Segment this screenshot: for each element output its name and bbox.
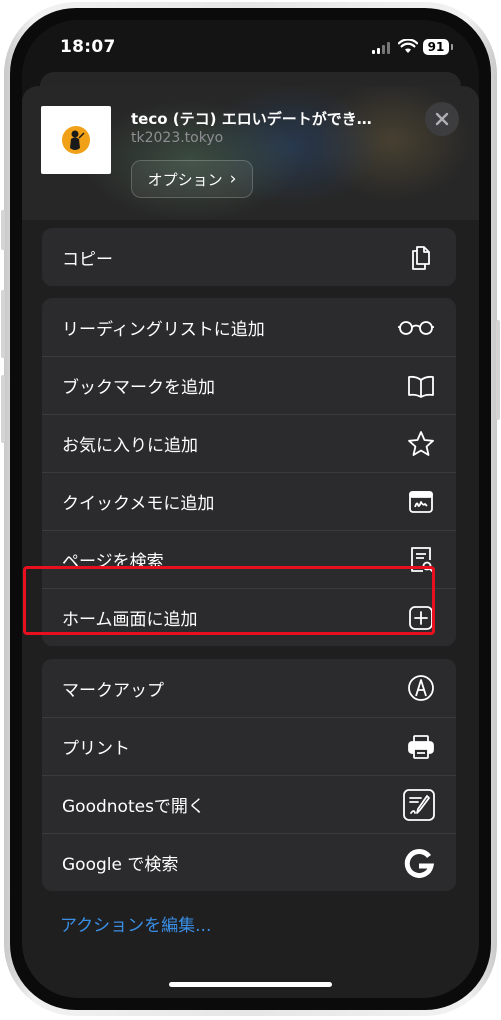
close-icon [435, 112, 449, 126]
wifi-icon [398, 39, 418, 53]
copy-icon [406, 242, 436, 272]
action-add-reading-list[interactable]: リーディングリストに追加 [42, 298, 456, 356]
action-label: Goodnotesで開く [62, 797, 205, 817]
cellular-signal-icon [372, 42, 390, 54]
volume-down-button [1, 375, 5, 443]
action-label: リーディングリストに追加 [62, 319, 265, 340]
home-indicator[interactable] [169, 982, 332, 987]
action-label: お気に入りに追加 [62, 436, 198, 456]
action-label: マークアップ [62, 680, 164, 701]
google-icon [402, 846, 436, 880]
options-button[interactable]: オプション › [131, 160, 253, 198]
options-button-label: オプション [147, 170, 223, 189]
action-label: Google で検索 [62, 855, 179, 875]
extensions-group: マークアップ プリント Goodnotesで開く Google で検索 [42, 659, 456, 891]
status-bar: 18:07 91 [22, 20, 479, 76]
battery-indicator: 91 [423, 39, 449, 55]
star-icon [406, 429, 436, 459]
action-label: コピー [62, 249, 113, 270]
action-add-quick-note[interactable]: クイックメモに追加 [42, 472, 456, 530]
quick-note-icon [406, 487, 436, 517]
action-button [1, 210, 5, 250]
share-sheet-header: teco (テコ) エロいデートができ… tk2023.tokyo オプション … [22, 86, 479, 220]
action-markup[interactable]: マークアップ [42, 659, 456, 717]
page-url: tk2023.tokyo [131, 130, 224, 146]
action-label: プリント [62, 739, 130, 759]
page-title: teco (テコ) エロいデートができ… [131, 110, 372, 128]
copy-group: コピー [42, 228, 456, 286]
action-open-in-goodnotes[interactable]: Goodnotesで開く [42, 775, 456, 833]
glasses-icon [396, 312, 436, 342]
action-copy[interactable]: コピー [42, 228, 456, 286]
share-sheet: teco (テコ) エロいデートができ… tk2023.tokyo オプション … [22, 86, 479, 998]
chevron-right-icon: › [229, 169, 237, 189]
action-add-favorites[interactable]: お気に入りに追加 [42, 414, 456, 472]
close-button[interactable] [425, 102, 459, 136]
action-print[interactable]: プリント [42, 717, 456, 775]
printer-icon [406, 732, 436, 762]
action-label: ブックマークを追加 [62, 378, 215, 398]
volume-up-button [1, 290, 5, 358]
site-thumbnail [41, 106, 111, 174]
site-logo-icon [62, 126, 90, 154]
goodnotes-icon [402, 788, 436, 822]
action-search-with-google[interactable]: Google で検索 [42, 833, 456, 891]
markup-icon [406, 673, 436, 703]
edit-actions-link[interactable]: アクションを編集... [60, 911, 211, 936]
status-time: 18:07 [60, 37, 116, 57]
action-label: クイックメモに追加 [62, 494, 215, 514]
highlight-box [23, 566, 435, 635]
phone-screen: 18:07 91 teco (テコ) エロいデートができ… tk2023.tok… [22, 20, 479, 998]
book-icon [406, 371, 436, 401]
battery-cap [451, 44, 453, 50]
side-button [496, 320, 500, 420]
action-add-bookmark[interactable]: ブックマークを追加 [42, 356, 456, 414]
